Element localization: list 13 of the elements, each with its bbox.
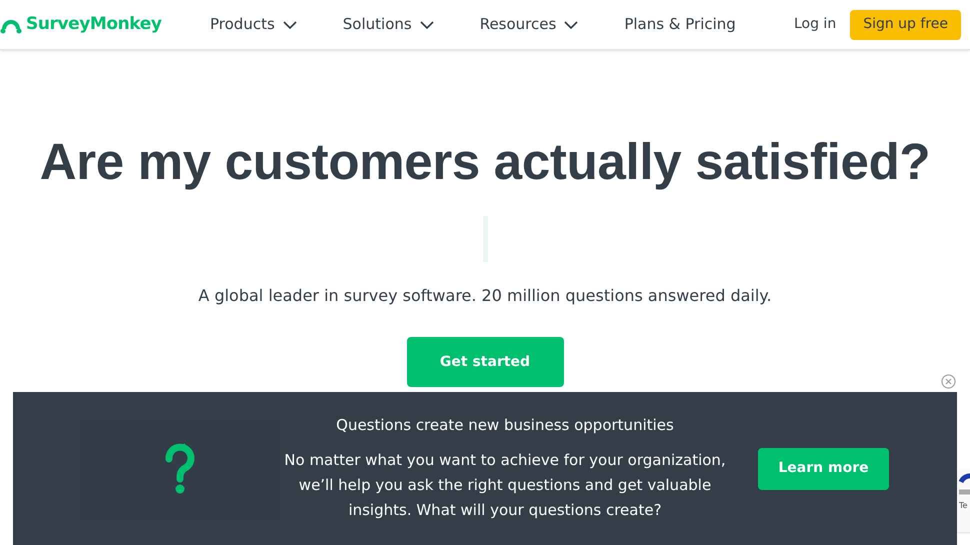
signup-button[interactable]: Sign up free [850,10,961,40]
hero-subtitle: A global leader in survey software. 20 million questions answered daily. [198,285,772,307]
question-mark-icon [163,442,197,494]
nav-link[interactable]: Products [210,13,297,36]
hero-heading: Are my customers actually satisfied? [40,132,930,192]
nav-link[interactable]: Resources [480,13,578,36]
banner-title: Questions create new business opportunities [336,414,674,436]
recaptcha-text: Te [959,500,968,512]
close-icon[interactable] [941,374,956,389]
banner-text: No matter what you want to achieve for your organization, we’ll help you ask the right questions and get valuable insights. What will your questions create? [283,450,727,522]
nav-link[interactable]: Plans & Pricing [624,13,736,36]
login-link[interactable]: Log in [794,14,836,35]
nav-link[interactable]: Solutions [342,13,434,36]
